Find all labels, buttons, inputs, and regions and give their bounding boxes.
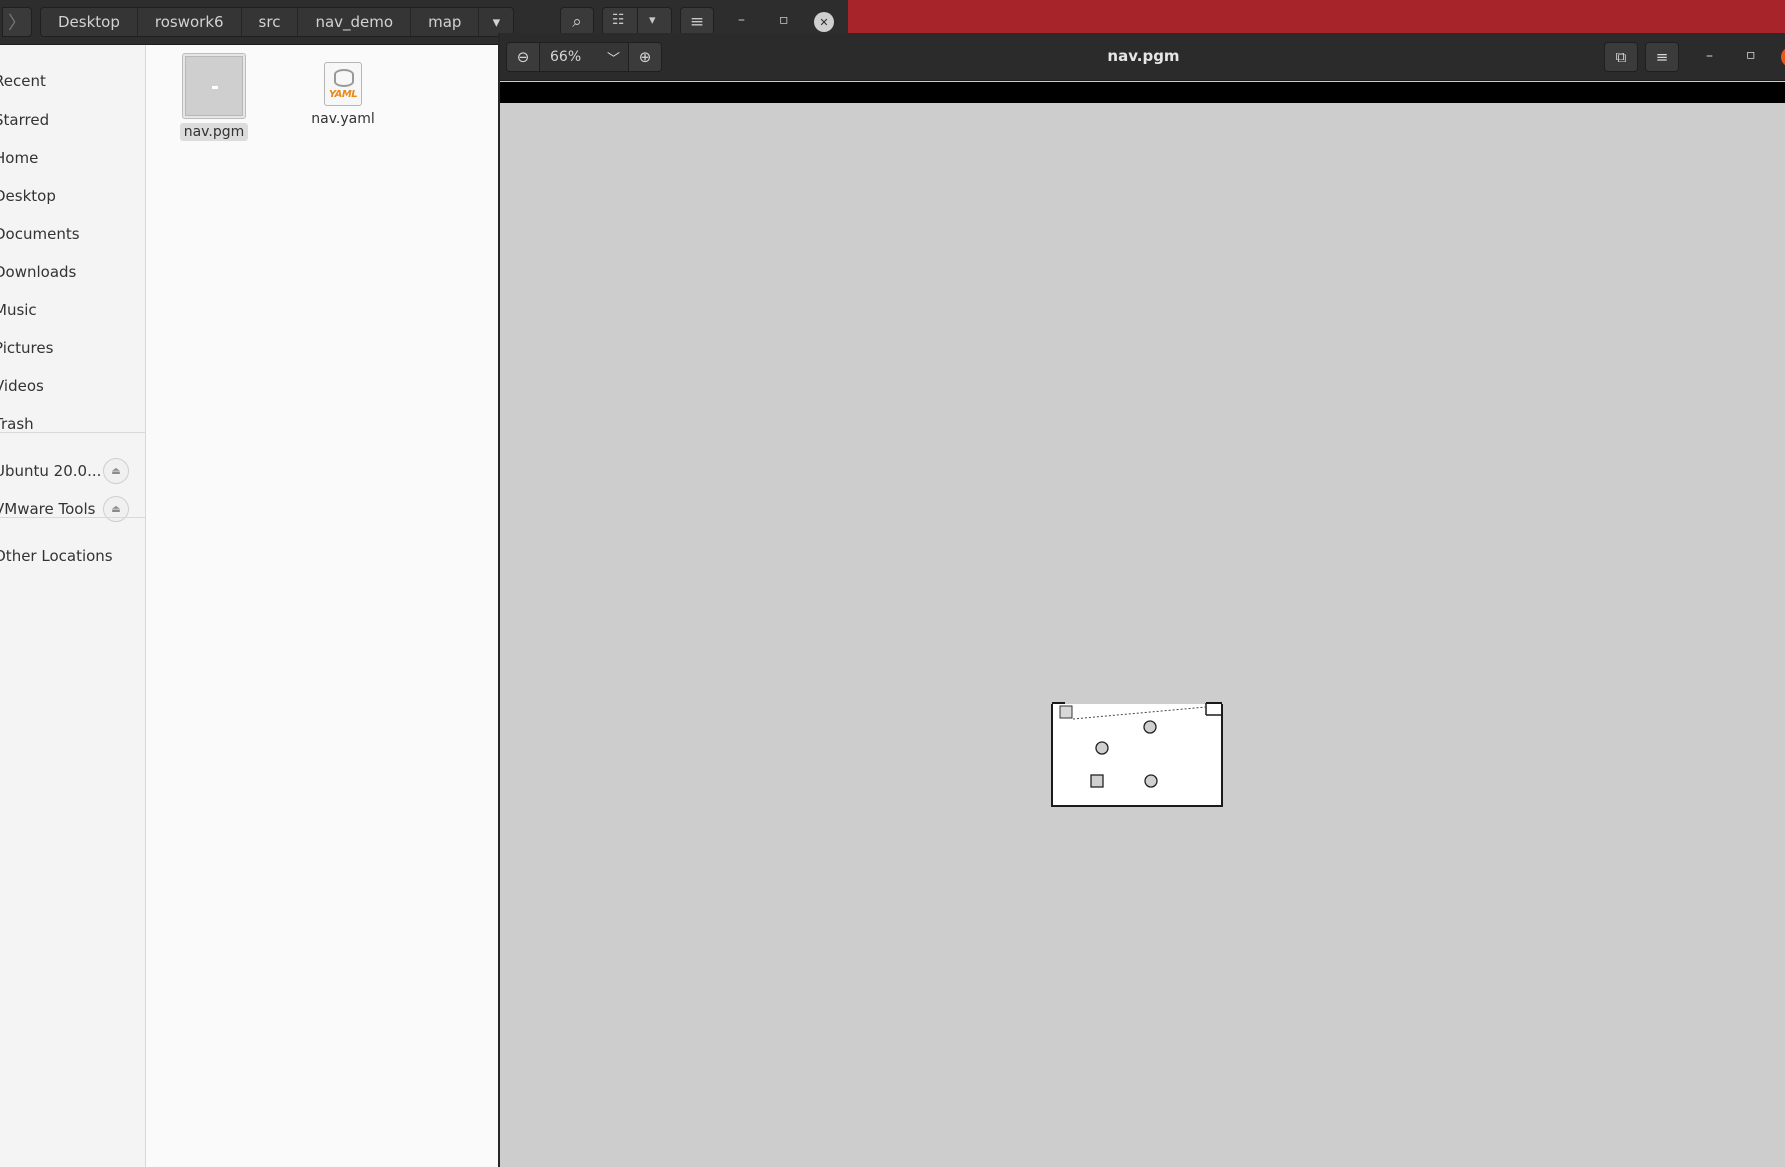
image-thumbnail-icon [185,56,243,116]
selection-frame [182,53,246,119]
sidebar-item-recent[interactable]: Recent [0,66,144,96]
places-sidebar: Recent Starred Home Desktop Documents Do… [0,45,146,1167]
list-view-icon: ☷ [612,12,625,28]
breadcrumb-nav-demo[interactable]: nav_demo [298,8,412,36]
map-obstacle-box [1059,705,1073,719]
database-icon [334,69,354,87]
file-item-nav-pgm[interactable]: nav.pgm [159,53,269,141]
sidebar-divider [0,517,146,518]
map-obstacle-cylinder [1095,741,1109,755]
map-obstacle-cylinder [1144,774,1158,788]
minimize-button[interactable]: – [1706,48,1713,64]
sidebar-divider [0,432,146,433]
background-window-edge [848,0,1785,33]
divider [637,8,638,36]
breadcrumb: Desktop roswork6 src nav_demo map ▾ [40,7,515,37]
yaml-badge: YAML [328,89,358,100]
close-button[interactable]: ✕ [814,12,834,32]
back-button[interactable]: 〉 [2,7,32,37]
map-top-gap [1051,701,1223,704]
map-obstacle-box [1090,774,1104,788]
breadcrumb-menu-button[interactable]: ▾ [479,8,514,36]
breadcrumb-desktop[interactable]: Desktop [41,8,138,36]
image-viewer-window: ⊖ 66% ﹀ ⊕ nav.pgm ⧉ ≡ – ▫ [498,33,1785,1167]
sidebar-item-documents[interactable]: Documents [0,219,144,249]
file-name: nav.pgm [179,123,249,141]
hamburger-menu-icon: ≡ [689,12,705,32]
hamburger-menu-icon: ≡ [1655,48,1669,66]
file-item-nav-yaml[interactable]: YAML nav.yaml [288,53,398,128]
close-icon: ✕ [819,15,829,29]
map-boundary [1051,701,1223,807]
breadcrumb-src[interactable]: src [241,8,299,36]
gallery-icon: ⧉ [1615,48,1627,66]
eject-icon: ⏏ [111,465,121,477]
breadcrumb-roswork6[interactable]: roswork6 [137,8,242,36]
sidebar-item-videos[interactable]: Videos [0,371,144,401]
sidebar-item-starred[interactable]: Starred [0,105,144,135]
viewer-headerbar: ⊖ 66% ﹀ ⊕ nav.pgm ⧉ ≡ – ▫ [500,33,1785,81]
minimize-button[interactable]: – [738,12,745,28]
occupancy-map-image [1051,701,1223,807]
yaml-file-icon: YAML [324,62,362,106]
eject-icon: ⏏ [111,503,121,515]
search-icon: ⌕ [572,12,582,32]
viewer-menu-button[interactable]: ≡ [1645,42,1679,72]
caret-down-icon: ▾ [492,13,501,31]
maximize-button[interactable]: ▫ [1746,47,1756,63]
sidebar-item-downloads[interactable]: Downloads [0,257,144,287]
window-title: nav.pgm [1107,47,1180,65]
gallery-button[interactable]: ⧉ [1604,42,1638,72]
maximize-button[interactable]: ▫ [779,12,789,28]
image-top-border [500,82,1785,103]
file-name: nav.yaml [311,111,375,127]
sidebar-item-other-locations[interactable]: Other Locations [0,541,144,571]
map-obstacle-cylinder [1143,720,1157,734]
sidebar-item-trash[interactable]: Trash [0,409,144,439]
eject-ubuntu-button[interactable]: ⏏ [103,458,129,484]
sidebar-item-home[interactable]: Home [0,143,144,173]
sidebar-item-pictures[interactable]: Pictures [0,333,144,363]
eject-vmware-button[interactable]: ⏏ [103,496,129,522]
chevron-right-icon: 〉 [8,13,26,34]
sidebar-item-music[interactable]: Music [0,295,144,325]
breadcrumb-map[interactable]: map [411,8,480,36]
sidebar-item-desktop[interactable]: Desktop [0,181,144,211]
caret-down-icon: ▾ [649,13,656,28]
